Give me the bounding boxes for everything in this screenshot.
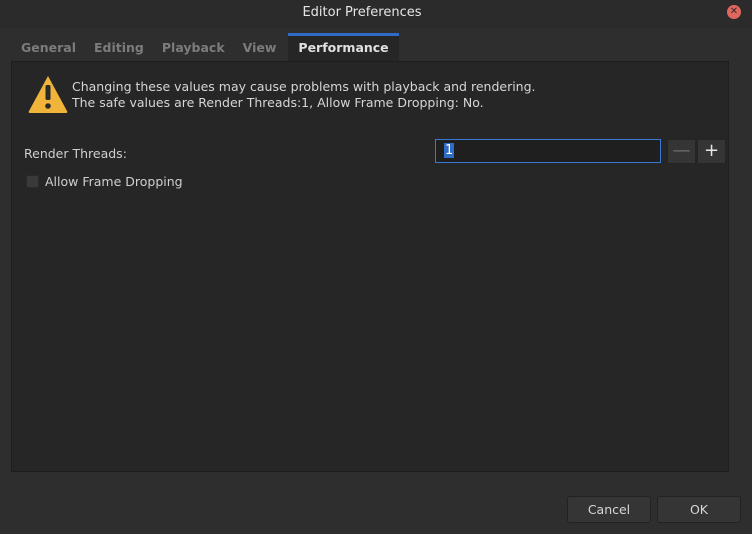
tab-performance[interactable]: Performance xyxy=(288,33,399,61)
preferences-window: Editor Preferences ✕ General Editing Pla… xyxy=(0,0,752,534)
warning-message: Changing these values may cause problems… xyxy=(72,79,536,111)
warning-line-2: The safe values are Render Threads:1, Al… xyxy=(72,95,484,110)
render-threads-input[interactable]: 1 xyxy=(435,139,661,163)
close-icon[interactable]: ✕ xyxy=(727,5,741,19)
performance-panel: Changing these values may cause problems… xyxy=(11,61,729,472)
allow-frame-dropping-checkbox[interactable] xyxy=(26,175,39,188)
title-bar: Editor Preferences ✕ xyxy=(0,0,752,28)
render-threads-value: 1 xyxy=(444,143,455,158)
cancel-button[interactable]: Cancel xyxy=(567,496,651,523)
decrement-button[interactable]: — xyxy=(667,139,696,164)
tab-playback[interactable]: Playback xyxy=(153,33,234,61)
warning-icon xyxy=(28,76,68,113)
allow-frame-dropping-label[interactable]: Allow Frame Dropping xyxy=(45,174,183,189)
warning-line-1: Changing these values may cause problems… xyxy=(72,79,536,94)
window-title: Editor Preferences xyxy=(302,5,422,20)
increment-button[interactable]: + xyxy=(697,139,726,164)
tab-editing[interactable]: Editing xyxy=(85,33,153,61)
tab-view[interactable]: View xyxy=(234,33,286,61)
render-threads-label: Render Threads: xyxy=(24,146,127,161)
tab-bar: General Editing Playback View Performanc… xyxy=(12,33,399,61)
ok-button[interactable]: OK xyxy=(657,496,741,523)
tab-general[interactable]: General xyxy=(12,33,85,61)
